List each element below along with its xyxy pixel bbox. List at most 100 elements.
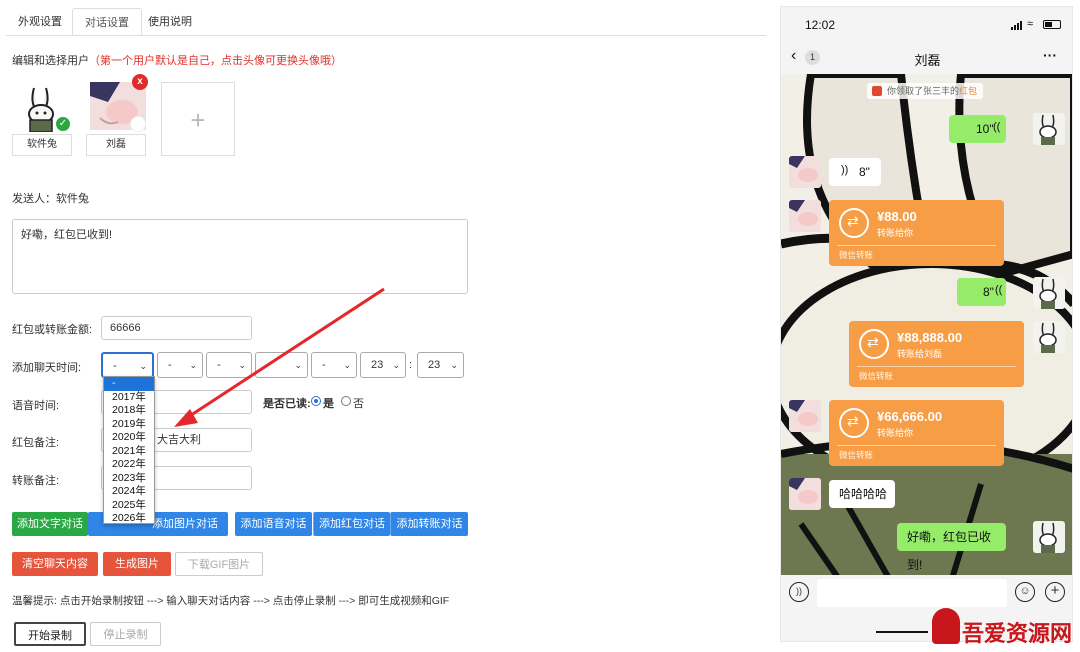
minute-select[interactable]: 23 ⌄ bbox=[417, 352, 464, 378]
stop-record-button[interactable]: 停止录制 bbox=[90, 622, 161, 646]
chat-title: 刘磊 bbox=[914, 53, 941, 68]
dropdown-option[interactable]: 2024年 bbox=[104, 485, 154, 499]
transfer-icon: ⇄ bbox=[839, 408, 869, 438]
watermark-logo-icon bbox=[932, 608, 960, 644]
transfer-foot: 微信转账 bbox=[839, 450, 874, 460]
clear-chat-button[interactable]: 清空聊天内容 bbox=[12, 552, 98, 576]
user-name-rabbit[interactable]: 软件兔 bbox=[12, 134, 72, 156]
generate-image-button[interactable]: 生成图片 bbox=[103, 552, 171, 576]
dropdown-option[interactable]: 2019年 bbox=[104, 418, 154, 432]
annotation-arrow bbox=[174, 287, 385, 427]
rabbit-avatar[interactable] bbox=[1033, 321, 1065, 353]
girl-avatar[interactable] bbox=[789, 200, 821, 232]
transfer-amount: ¥88.00 bbox=[877, 209, 917, 224]
transfer-sub: 转账给你 bbox=[877, 228, 914, 238]
tab-help[interactable]: 使用说明 bbox=[136, 8, 204, 36]
voice-bubble-left[interactable]: )) 8" bbox=[829, 158, 881, 186]
voice-duration: 10" bbox=[976, 122, 994, 136]
dropdown-option[interactable]: 2022年 bbox=[104, 458, 154, 472]
transfer-card-right[interactable]: ⇄ ¥88,888.00 转账给刘磊 微信转账 bbox=[849, 321, 1024, 387]
battery-icon bbox=[1043, 20, 1061, 29]
section-hint: （第一个用户默认是自己，点击头像可更换头像哦） bbox=[89, 55, 342, 67]
chat-input[interactable] bbox=[817, 579, 1007, 607]
selected-check-icon: ✓ bbox=[54, 115, 72, 133]
tab-dialog[interactable]: 对话设置 bbox=[72, 8, 142, 36]
voice-wave-icon: (( bbox=[995, 284, 1003, 296]
voice-duration: 8" bbox=[859, 165, 870, 179]
transfer-sub: 转账给你 bbox=[877, 428, 914, 438]
redpack-label: 红包备注: bbox=[12, 437, 60, 449]
text-bubble-left[interactable]: 哈哈哈哈 bbox=[829, 480, 895, 508]
voice-input-icon[interactable]: )) bbox=[789, 582, 809, 602]
download-gif-button[interactable]: 下载GIF图片 bbox=[175, 552, 263, 576]
time-label: 添加聊天时间: bbox=[12, 362, 82, 374]
status-time: 12:02 bbox=[805, 18, 836, 32]
transfer-label: 转账备注: bbox=[12, 475, 60, 487]
unselected-circle-icon bbox=[130, 116, 146, 132]
tip-text: 温馨提示: 点击开始录制按钮 ---> 输入聊天对话内容 ---> 点击停止录制… bbox=[12, 595, 450, 607]
watermark-text: 吾爱资源网 bbox=[962, 621, 1073, 647]
tab-appearance[interactable]: 外观设置 bbox=[6, 8, 74, 36]
voice-bubble-right[interactable]: 10" (( bbox=[949, 115, 1006, 143]
plus-icon[interactable]: + bbox=[1045, 582, 1065, 602]
minute-select-value: 23 bbox=[428, 359, 441, 371]
dropdown-option[interactable]: 2025年 bbox=[104, 499, 154, 513]
year-select[interactable]: - ⌄ bbox=[101, 352, 154, 378]
text-bubble-right[interactable]: 好嘞，红包已收到! bbox=[897, 523, 1006, 572]
dropdown-option[interactable]: 2018年 bbox=[104, 404, 154, 418]
rabbit-avatar[interactable] bbox=[1033, 521, 1065, 553]
chevron-down-icon: ⌄ bbox=[450, 360, 458, 370]
system-message-text: 你领取了张三丰的 bbox=[887, 86, 960, 96]
message-textarea[interactable]: 好嘞，红包已收到! bbox=[12, 219, 468, 294]
transfer-card-left[interactable]: ⇄ ¥66,666.00 转账给你 微信转账 bbox=[829, 400, 1004, 466]
transfer-card-left[interactable]: ⇄ ¥88.00 转账给你 微信转账 bbox=[829, 200, 1004, 266]
add-image-label: 添加图片对话 bbox=[152, 518, 218, 530]
remove-user-icon[interactable]: x bbox=[132, 74, 148, 90]
chevron-down-icon: ⌄ bbox=[139, 361, 147, 371]
start-record-button[interactable]: 开始录制 bbox=[14, 622, 86, 646]
redpack-icon bbox=[872, 86, 882, 96]
add-transfer-button[interactable]: 添加转账对话 bbox=[390, 512, 468, 536]
emoji-icon[interactable]: ☺ bbox=[1015, 582, 1035, 602]
time-separator: : bbox=[409, 359, 413, 371]
system-message-link[interactable]: 红包 bbox=[959, 86, 977, 96]
year-dropdown[interactable]: - 2017年 2018年 2019年 2020年 2021年 2022年 20… bbox=[103, 376, 155, 524]
transfer-foot: 微信转账 bbox=[859, 371, 894, 381]
phone-preview: 12:02 ≈ ‹ 1 刘磊 ··· 你领取了张三丰的红包 10" (()) … bbox=[780, 6, 1073, 642]
rabbit-avatar[interactable] bbox=[1033, 277, 1065, 309]
voice-wave-icon: )) bbox=[841, 164, 849, 176]
sender-label: 发送人：软件兔 bbox=[12, 193, 89, 205]
add-user-button[interactable]: + bbox=[161, 82, 235, 156]
more-icon[interactable]: ··· bbox=[1043, 47, 1057, 63]
transfer-amount: ¥88,888.00 bbox=[897, 330, 963, 345]
voice-wave-icon: (( bbox=[993, 121, 1001, 133]
section-title: 编辑和选择用户（第一个用户默认是自己，点击头像可更换头像哦） bbox=[12, 52, 342, 68]
message-text: 好嘞，红包已收到! bbox=[21, 229, 113, 241]
transfer-foot: 微信转账 bbox=[839, 250, 874, 260]
dropdown-option[interactable]: 2021年 bbox=[104, 445, 154, 459]
dropdown-option[interactable]: 2017年 bbox=[104, 391, 154, 405]
add-text-button[interactable]: 添加文字对话 bbox=[12, 512, 88, 536]
add-voice-button[interactable]: 添加语音对话 bbox=[235, 512, 312, 536]
transfer-amount: ¥66,666.00 bbox=[877, 409, 943, 424]
add-redpack-button[interactable]: 添加红包对话 bbox=[313, 512, 390, 536]
transfer-icon: ⇄ bbox=[859, 329, 889, 359]
voice-bubble-right[interactable]: 8" (( bbox=[957, 278, 1006, 306]
girl-avatar[interactable] bbox=[789, 400, 821, 432]
girl-avatar[interactable] bbox=[789, 478, 821, 510]
watermark: 吾爱资源网 bbox=[876, 604, 1080, 650]
amount-label: 红包或转账金额: bbox=[12, 324, 93, 336]
rabbit-avatar[interactable] bbox=[1033, 113, 1065, 145]
dropdown-option[interactable]: 2020年 bbox=[104, 431, 154, 445]
transfer-sub: 转账给刘磊 bbox=[897, 349, 943, 359]
tab-divider bbox=[6, 35, 766, 36]
year-select-value: - bbox=[113, 360, 117, 372]
dropdown-option[interactable]: 2026年 bbox=[104, 512, 154, 526]
user-name-liulei[interactable]: 刘磊 bbox=[86, 134, 146, 156]
voice-duration: 8" bbox=[983, 285, 994, 299]
voice-label: 语音时间: bbox=[12, 400, 60, 412]
wifi-icon: ≈ bbox=[1027, 18, 1034, 30]
girl-avatar[interactable] bbox=[789, 156, 821, 188]
dropdown-option[interactable]: 2023年 bbox=[104, 472, 154, 486]
dropdown-option[interactable]: - bbox=[104, 377, 154, 391]
